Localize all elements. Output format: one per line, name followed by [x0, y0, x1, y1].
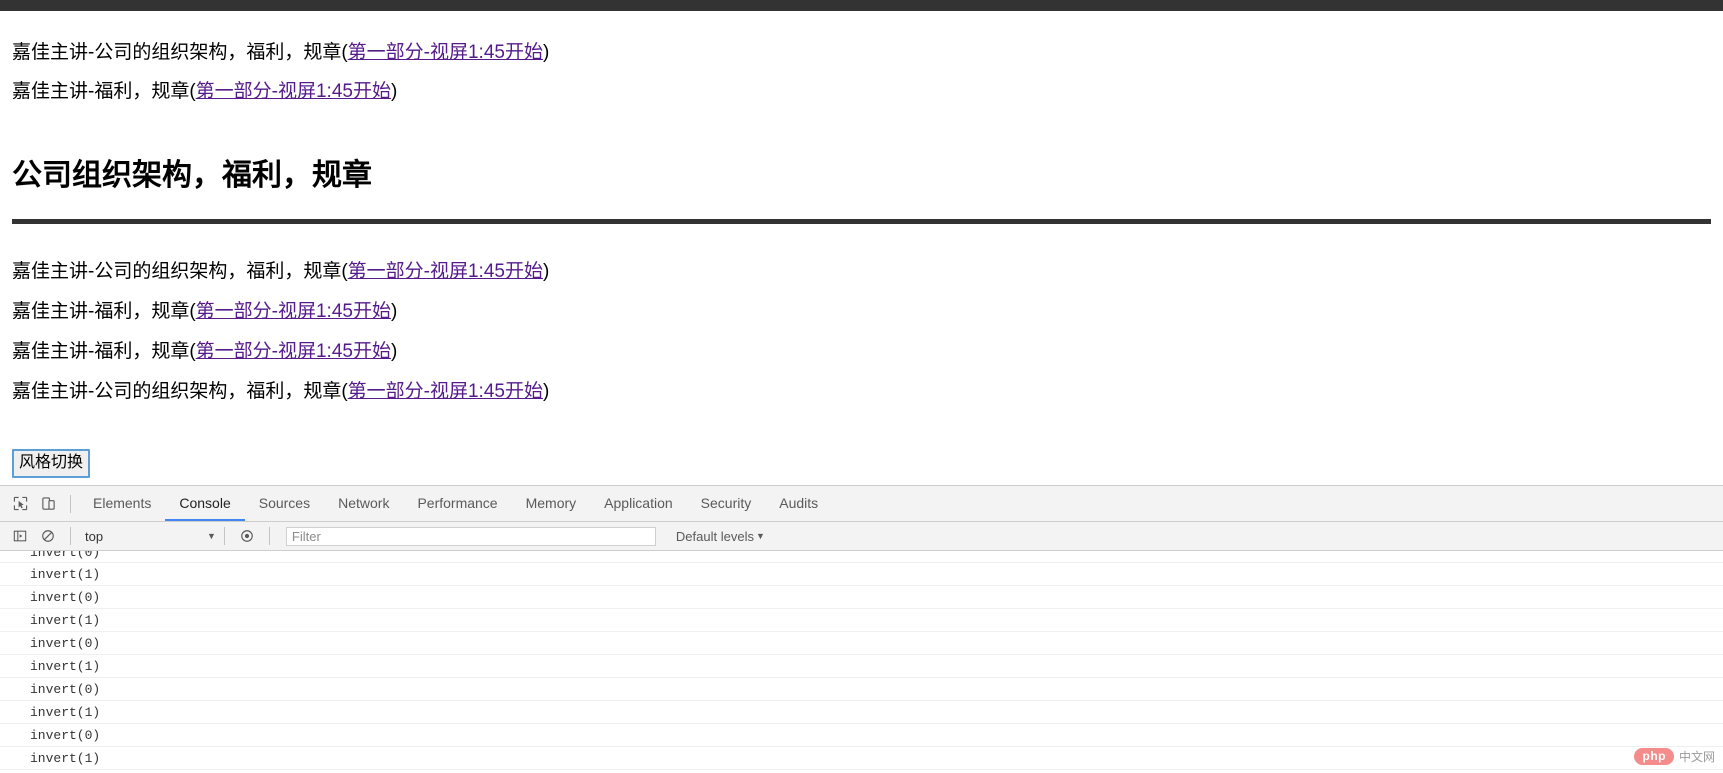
toolbar-divider-1 — [70, 527, 71, 545]
console-row: invert(0) — [0, 551, 1723, 563]
tab-sources[interactable]: Sources — [245, 486, 324, 521]
console-sidebar-icon[interactable] — [6, 522, 34, 550]
php-logo: php — [1634, 748, 1674, 765]
list-line-3-prefix: 嘉佳主讲-福利，规章( — [12, 341, 196, 362]
console-row: invert(1) — [0, 563, 1723, 586]
tab-memory[interactable]: Memory — [512, 486, 591, 521]
tab-network[interactable]: Network — [324, 486, 403, 521]
tab-security[interactable]: Security — [687, 486, 766, 521]
list-line-4: 嘉佳主讲-公司的组织架构，福利，规章(第一部分-视屏1:45开始) — [12, 382, 1711, 401]
list-line-3-suffix: ) — [390, 341, 398, 362]
log-levels-label: Default levels — [675, 528, 754, 544]
console-toolbar: top ▼ Default levels ▼ — [0, 522, 1723, 551]
filter-input[interactable] — [285, 526, 656, 546]
list-line-2-prefix: 嘉佳主讲-福利，规章( — [12, 301, 196, 322]
list-line-2-suffix: ) — [390, 301, 398, 322]
live-expression-icon[interactable] — [233, 522, 261, 550]
console-row: invert(1) — [0, 747, 1723, 770]
list-line-4-link[interactable]: 第一部分-视屏1:45开始 — [348, 381, 543, 402]
chevron-down-icon: ▼ — [207, 531, 216, 541]
toolbar-divider-3 — [268, 527, 270, 545]
toolbar-divider-2 — [223, 527, 225, 545]
tab-audits[interactable]: Audits — [765, 486, 832, 521]
page-content: 嘉佳主讲-公司的组织架构，福利，规章(第一部分-视屏1:45开始) 嘉佳主讲-福… — [0, 43, 1723, 478]
top-dark-bar — [0, 0, 1723, 11]
list-line-1: 嘉佳主讲-公司的组织架构，福利，规章(第一部分-视屏1:45开始) — [12, 262, 1711, 281]
log-levels-selector[interactable]: Default levels ▼ — [676, 529, 765, 544]
context-selector-label: top — [85, 528, 104, 544]
watermark: php 中文网 — [1634, 748, 1715, 765]
intro-line-1-link[interactable]: 第一部分-视屏1:45开始 — [348, 42, 543, 63]
tab-performance[interactable]: Performance — [403, 486, 511, 521]
console-row: invert(0) — [0, 678, 1723, 701]
console-log-list[interactable]: invert(0) invert(1) invert(0) invert(1) … — [0, 551, 1723, 773]
inspect-element-icon[interactable] — [6, 490, 34, 518]
intro-line-1-suffix: ) — [542, 42, 550, 63]
console-row: invert(0) — [0, 724, 1723, 747]
console-row: invert(1) — [0, 609, 1723, 632]
list-line-3-link[interactable]: 第一部分-视屏1:45开始 — [196, 341, 391, 362]
list-line-1-link[interactable]: 第一部分-视屏1:45开始 — [348, 261, 543, 282]
list-line-2-link[interactable]: 第一部分-视屏1:45开始 — [196, 301, 391, 322]
console-row: invert(0) — [0, 586, 1723, 609]
devtools-panel: Elements Console Sources Network Perform… — [0, 485, 1723, 773]
intro-line-1-prefix: 嘉佳主讲-公司的组织架构，福利，规章( — [12, 42, 348, 63]
page-title: 公司组织架构，福利，规章 — [12, 159, 372, 192]
list-line-4-prefix: 嘉佳主讲-公司的组织架构，福利，规章( — [12, 381, 348, 402]
console-row: invert(0) — [0, 632, 1723, 655]
watermark-label: 中文网 — [1678, 750, 1715, 764]
console-row: invert(1) — [0, 701, 1723, 724]
heading-divider — [12, 219, 1711, 224]
tab-elements[interactable]: Elements — [79, 486, 165, 521]
tabbar-divider — [70, 494, 71, 513]
devtools-tabbar: Elements Console Sources Network Perform… — [0, 486, 1723, 522]
list-line-3: 嘉佳主讲-福利，规章(第一部分-视屏1:45开始) — [12, 342, 1711, 361]
tab-application[interactable]: Application — [590, 486, 687, 521]
intro-line-2-link[interactable]: 第一部分-视屏1:45开始 — [196, 81, 391, 102]
style-toggle-wrapper: 风格切换 — [12, 449, 1711, 478]
list-line-1-prefix: 嘉佳主讲-公司的组织架构，福利，规章( — [12, 261, 348, 282]
intro-line-2-suffix: ) — [390, 81, 398, 102]
list-line-1-suffix: ) — [542, 261, 550, 282]
style-toggle-button[interactable]: 风格切换 — [12, 449, 91, 478]
tab-console[interactable]: Console — [165, 486, 245, 521]
list-line-2: 嘉佳主讲-福利，规章(第一部分-视屏1:45开始) — [12, 302, 1711, 321]
context-selector[interactable]: top ▼ — [85, 529, 216, 544]
intro-line-2: 嘉佳主讲-福利，规章(第一部分-视屏1:45开始) — [12, 82, 1711, 101]
clear-console-icon[interactable] — [34, 522, 62, 550]
chevron-down-icon-levels: ▼ — [755, 531, 765, 541]
device-toolbar-icon[interactable] — [34, 490, 62, 518]
list-line-4-suffix: ) — [542, 381, 550, 402]
intro-line-1: 嘉佳主讲-公司的组织架构，福利，规章(第一部分-视屏1:45开始) — [12, 43, 1711, 62]
intro-line-2-prefix: 嘉佳主讲-福利，规章( — [12, 81, 196, 102]
console-row: invert(1) — [0, 655, 1723, 678]
